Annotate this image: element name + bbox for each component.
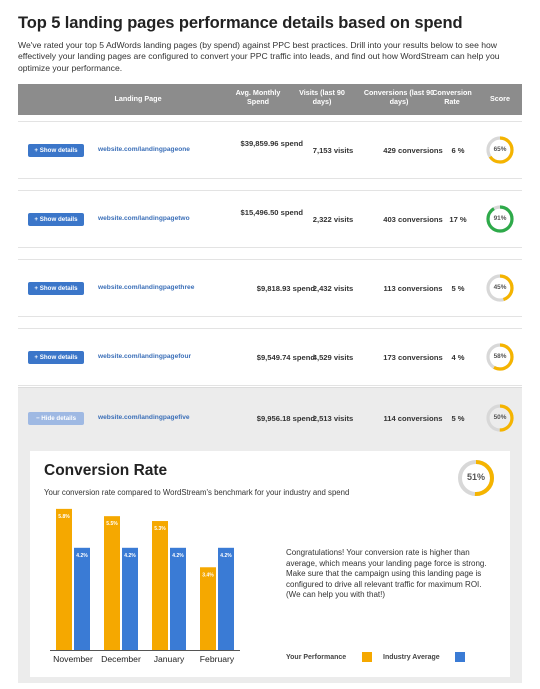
visits-value: 2,432 visits (312, 284, 354, 293)
score-value: 91% (493, 215, 507, 222)
score-value: 45% (493, 284, 507, 291)
bar-industry-average (122, 547, 138, 650)
legend-average-label: Industry Average (383, 654, 440, 661)
landing-page-link[interactable]: website.com/landingpageone (98, 146, 190, 153)
header-landing-page: Landing Page (114, 94, 162, 103)
landing-page-link[interactable]: website.com/landingpagetwo (98, 215, 190, 222)
score-value: 65% (493, 146, 507, 153)
table-header: Landing Page Avg. Monthly Spend Visits (… (18, 84, 522, 115)
bar-data-label: 3.4% (202, 572, 214, 578)
bar-your-performance (56, 508, 72, 650)
conversion-rate-chart: 5.8% 4.2% November 5.5% 4.2% December 5.3% 4.2%… (50, 508, 240, 664)
details-subtitle: Your conversion rate compared to WordStr… (44, 488, 350, 497)
legend-performance-label: Your Performance (286, 654, 347, 661)
bar-data-label: 5.3% (154, 526, 166, 532)
show-details-button[interactable]: + Show details (28, 351, 84, 364)
x-tick-label: February (200, 654, 235, 664)
bar-your-performance (104, 516, 120, 650)
bar-data-label: 5.5% (106, 521, 118, 527)
congrats-text: Congratulations! Your conversion rate is… (286, 548, 487, 600)
bar-data-label: 4.2% (76, 553, 88, 559)
landing-page-link[interactable]: website.com/landingpagefour (98, 353, 191, 360)
table-row: + Show details website.com/landingpageth… (18, 259, 522, 317)
bar-data-label: 4.2% (124, 553, 136, 559)
hide-details-button[interactable]: − Hide details (28, 412, 84, 425)
visits-value: 7,153 visits (312, 146, 354, 155)
visits-value: 2,322 visits (312, 215, 354, 224)
header-spend: Avg. Monthly Spend (235, 88, 281, 106)
score-value: 50% (493, 414, 507, 421)
spend-value: $15,496.50 spend (240, 208, 303, 217)
landing-page-link[interactable]: website.com/landingpagefive (98, 414, 190, 421)
x-tick-label: December (101, 654, 141, 664)
overall-score-value: 51% (466, 472, 485, 482)
visits-value: 4,529 visits (312, 353, 354, 362)
bar-industry-average (170, 547, 186, 650)
table-row: + Show details website.com/landingpageon… (18, 121, 522, 179)
bar-industry-average (74, 547, 90, 650)
spend-value: $39,859.96 spend (240, 139, 303, 148)
show-details-button[interactable]: + Show details (28, 213, 84, 226)
bar-your-performance (200, 567, 216, 650)
x-tick-label: November (53, 654, 93, 664)
table-row: + Show details website.com/landingpagefo… (18, 328, 522, 386)
legend-performance-swatch (362, 652, 372, 662)
x-tick-label: January (154, 654, 185, 664)
header-score: Score (490, 94, 510, 103)
conversion-rate-value: 5 % (451, 284, 465, 293)
table-row: − Hide details website.com/landingpagefi… (18, 387, 522, 451)
bar-industry-average (218, 547, 234, 650)
visits-value: 2,513 visits (312, 414, 354, 423)
bar-your-performance (152, 521, 168, 650)
conversion-rate-value: 17 % (449, 215, 467, 224)
show-details-button[interactable]: + Show details (28, 282, 84, 295)
details-title: Conversion Rate (44, 462, 168, 479)
bar-data-label: 5.8% (58, 514, 70, 520)
page-title: Top 5 landing pages performance details … (18, 14, 463, 32)
header-visits: Visits (last 90 days) (299, 88, 345, 106)
bar-data-label: 4.2% (172, 553, 184, 559)
score-value: 58% (493, 353, 507, 360)
legend-average-swatch (455, 652, 465, 662)
table-row: + Show details website.com/landingpagetw… (18, 190, 522, 248)
header-conversion-rate: Conversion Rate (432, 88, 472, 106)
intro-text: We've rated your top 5 AdWords landing p… (18, 40, 500, 73)
show-details-button[interactable]: + Show details (28, 144, 84, 157)
landing-page-link[interactable]: website.com/landingpagethree (98, 284, 194, 291)
conversion-rate-value: 5 % (451, 414, 465, 423)
conversion-rate-value: 4 % (451, 353, 465, 362)
bar-data-label: 4.2% (220, 553, 232, 559)
conversion-rate-value: 6 % (451, 146, 465, 155)
header-conversions: Conversions (last 90 days) (363, 88, 435, 106)
